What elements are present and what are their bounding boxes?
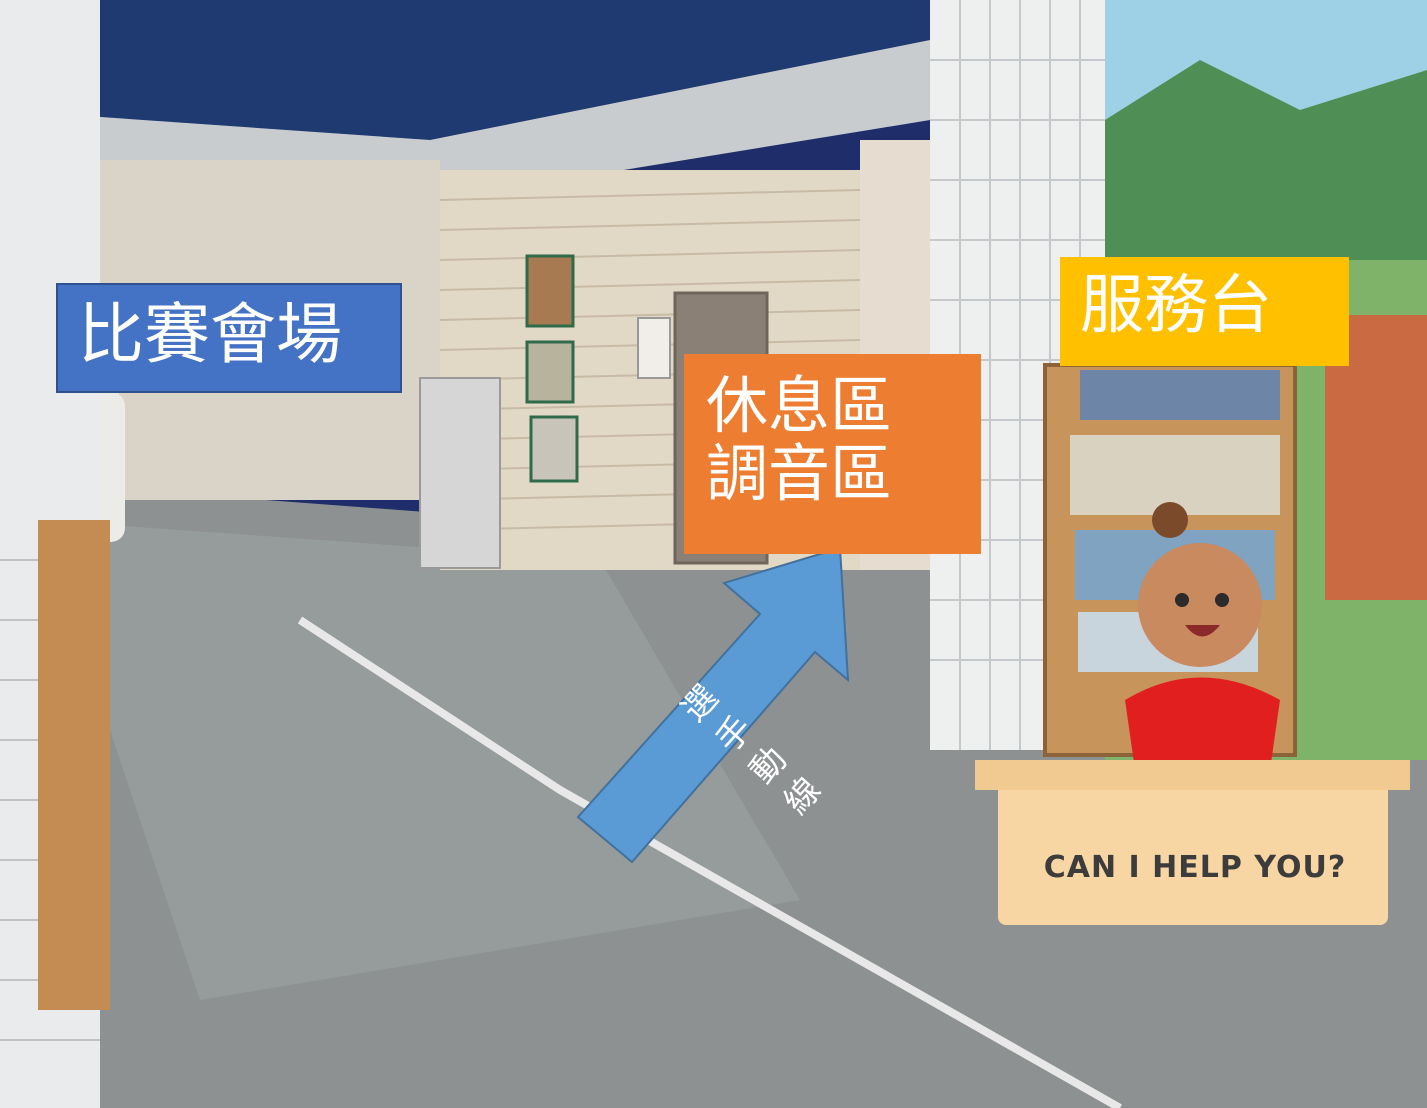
wall-picture: [525, 254, 575, 328]
rest-area-line1: 休息區: [706, 369, 893, 442]
wall-picture: [525, 340, 575, 404]
wall-notice: [637, 317, 671, 379]
counter-sign: CAN I HELP YOU?: [1043, 850, 1347, 885]
girl-face: [1138, 543, 1262, 667]
counter-top: [975, 760, 1410, 790]
girl-bun: [1152, 502, 1188, 538]
water-dispenser: [419, 377, 501, 569]
wall-picture: [529, 415, 579, 483]
wooden-rail: [38, 520, 110, 1010]
service-desk-label: 服務台: [1060, 257, 1349, 366]
rest-area-line2: 調音區: [706, 437, 893, 511]
girl-eye: [1175, 593, 1189, 607]
rest-area-label: 休息區 調音區: [684, 354, 981, 554]
girl-shirt: [1125, 677, 1280, 770]
girl-eye: [1215, 593, 1229, 607]
venue-label: 比賽會場: [56, 283, 402, 393]
